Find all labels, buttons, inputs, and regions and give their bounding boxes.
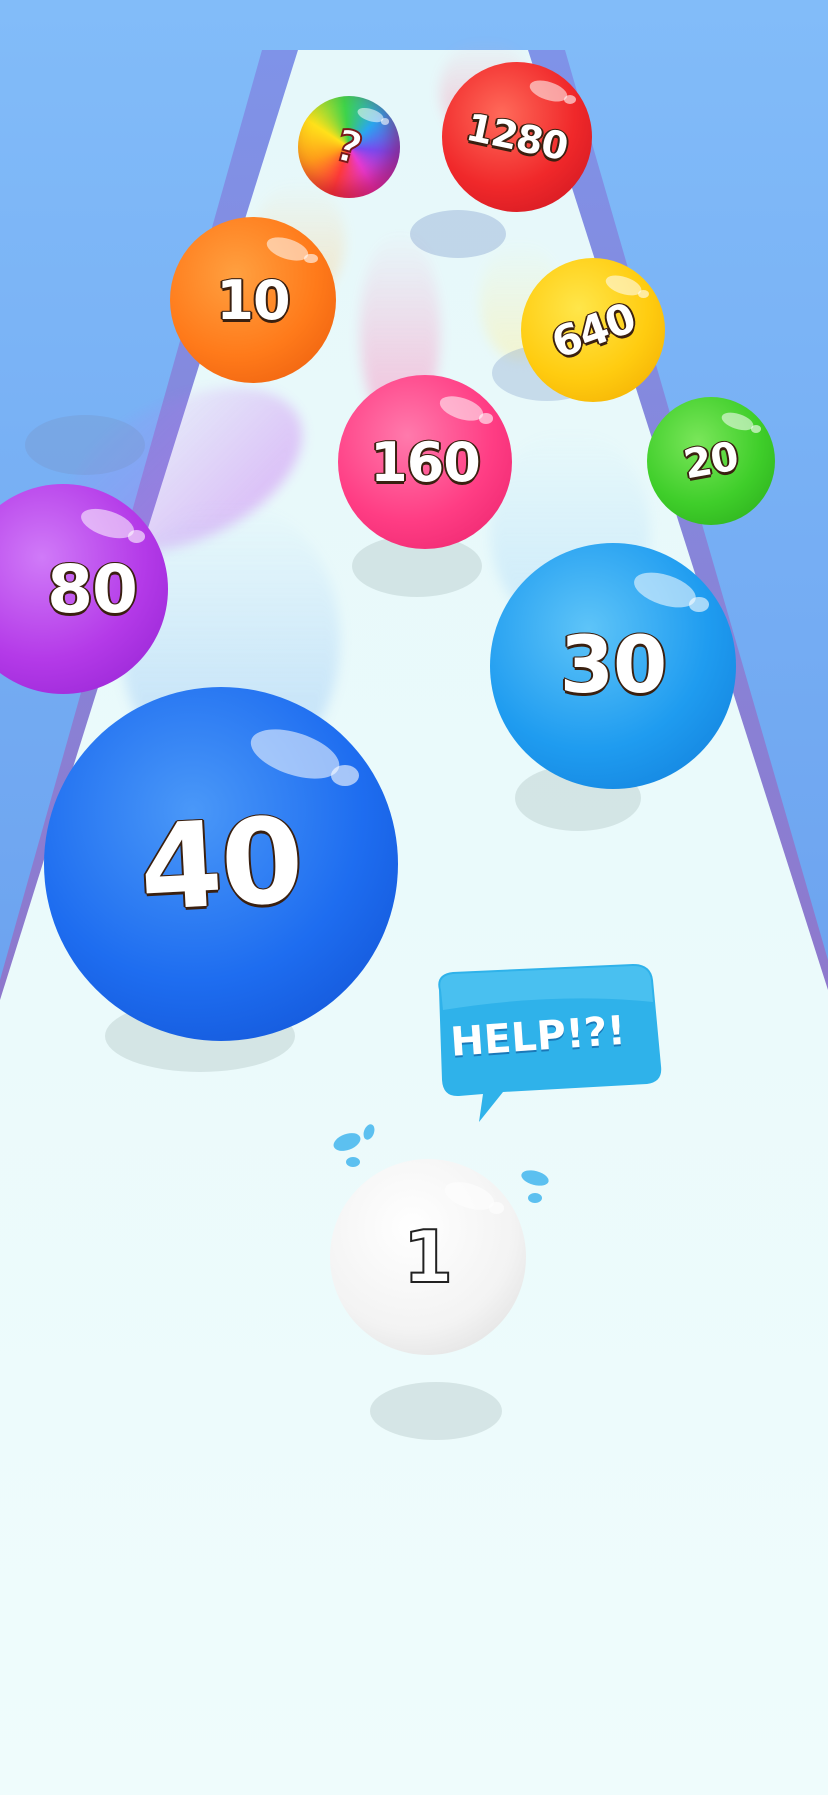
ball-value: 30	[559, 620, 669, 712]
ball-shadow	[410, 210, 506, 258]
ball-value: 640	[544, 291, 642, 368]
ball-value: 1280	[462, 104, 573, 170]
ball-value: 40	[135, 790, 306, 938]
ball-value: 160	[369, 430, 482, 495]
question-mark-icon: ?	[329, 118, 369, 176]
number-ball-1280: 1280	[442, 62, 592, 212]
number-ball-20: 20	[647, 397, 775, 525]
number-ball-40: 40	[44, 687, 398, 1041]
mystery-ball: ?	[298, 96, 400, 198]
speech-bubble: HELP!?!	[425, 962, 665, 1122]
player-ball[interactable]: 1	[330, 1159, 526, 1355]
game-scene[interactable]: ? 1280 10 640 160 20 80 30 40 HELP!?! 1	[0, 0, 828, 1795]
player-ball-value: 1	[402, 1214, 454, 1300]
ball-value: 80	[46, 550, 139, 629]
number-ball-160: 160	[338, 375, 512, 549]
number-ball-10: 10	[170, 217, 336, 383]
ball-value: 10	[215, 268, 291, 333]
ball-value: 20	[680, 433, 743, 490]
number-ball-640: 640	[521, 258, 665, 402]
ball-shadow	[25, 415, 145, 475]
number-ball-30: 30	[490, 543, 736, 789]
player-ball-shadow	[370, 1382, 502, 1440]
